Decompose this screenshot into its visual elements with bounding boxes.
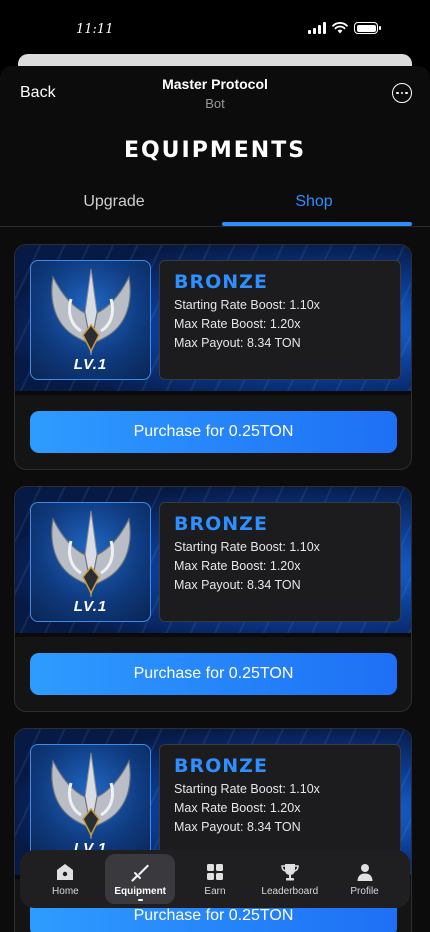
tab-upgrade[interactable]: Upgrade <box>14 180 214 226</box>
purchase-button[interactable]: Purchase for 0.25TON <box>30 411 397 453</box>
bottom-nav: Home Equipment Earn Leaderboard Profile <box>20 850 410 908</box>
nav-item-earn[interactable]: Earn <box>180 854 250 904</box>
dot-icon <box>396 91 399 95</box>
equipment-info: BRONZE Starting Rate Boost: 1.10x Max Ra… <box>159 502 401 622</box>
nav-label: Profile <box>350 885 379 897</box>
nav-item-home[interactable]: Home <box>30 854 100 904</box>
status-time: 11:11 <box>76 22 114 37</box>
max-payout: Max Payout: 8.34 TON <box>174 336 301 350</box>
starting-rate-boost: Starting Rate Boost: 1.10x <box>174 782 320 796</box>
equipment-card: LV.1 BRONZE Starting Rate Boost: 1.10x M… <box>14 244 412 470</box>
nav-label: Leaderboard <box>261 885 319 897</box>
purchase-button[interactable]: Purchase for 0.25TON <box>30 653 397 695</box>
tab-shop[interactable]: Shop <box>214 180 414 226</box>
tab-bar: Upgrade Shop <box>14 180 414 226</box>
wifi-icon <box>332 22 348 34</box>
home-icon <box>57 863 74 880</box>
equipment-badge: LV.1 <box>30 260 151 380</box>
max-rate-boost: Max Rate Boost: 1.20x <box>174 559 301 573</box>
equipment-badge: LV.1 <box>30 744 151 864</box>
nav-item-equipment[interactable]: Equipment <box>105 854 176 904</box>
equipment-badge: LV.1 <box>30 502 151 622</box>
max-payout: Max Payout: 8.34 TON <box>174 820 301 834</box>
starting-rate-boost: Starting Rate Boost: 1.10x <box>174 540 320 554</box>
cellular-signal-icon <box>308 22 326 34</box>
nav-label: Earn <box>204 885 226 897</box>
tier-name: BRONZE <box>174 271 268 293</box>
top-bar: Back Master Protocol Bot <box>0 66 430 126</box>
dot-icon <box>405 91 408 95</box>
tier-name: BRONZE <box>174 513 268 535</box>
equipment-info: BRONZE Starting Rate Boost: 1.10x Max Ra… <box>159 744 401 864</box>
max-payout: Max Payout: 8.34 TON <box>174 578 301 592</box>
tier-name: BRONZE <box>174 755 268 777</box>
dot-icon <box>400 91 404 95</box>
app-title: Master Protocol <box>162 76 268 92</box>
app-sheet: Back Master Protocol Bot EQUIPMENTS Upgr… <box>0 66 430 932</box>
grid-icon <box>206 863 223 880</box>
starting-rate-boost: Starting Rate Boost: 1.10x <box>174 298 320 312</box>
nav-label: Home <box>52 885 79 897</box>
user-icon <box>357 863 373 881</box>
nav-label: Equipment <box>114 885 167 897</box>
level-label: LV.1 <box>73 356 108 373</box>
nav-item-leaderboard[interactable]: Leaderboard <box>255 854 325 904</box>
helmet-icon <box>51 510 131 598</box>
more-options-button[interactable] <box>392 83 412 103</box>
status-icons <box>308 22 381 34</box>
page-title: EQUIPMENTS <box>123 138 307 163</box>
trophy-icon <box>281 863 299 880</box>
max-rate-boost: Max Rate Boost: 1.20x <box>174 317 301 331</box>
equipment-info: BRONZE Starting Rate Boost: 1.10x Max Ra… <box>159 260 401 380</box>
title-block: Master Protocol Bot <box>0 76 430 111</box>
max-rate-boost: Max Rate Boost: 1.20x <box>174 801 301 815</box>
equipment-card: LV.1 BRONZE Starting Rate Boost: 1.10x M… <box>14 486 412 712</box>
battery-icon <box>354 22 381 34</box>
sword-icon <box>131 864 150 882</box>
level-label: LV.1 <box>73 598 108 615</box>
helmet-icon <box>51 752 131 840</box>
tab-divider <box>0 226 430 227</box>
helmet-icon <box>51 268 131 356</box>
nav-item-profile[interactable]: Profile <box>330 854 400 904</box>
app-subtitle: Bot <box>205 96 225 111</box>
status-bar: 11:11 <box>0 0 430 54</box>
